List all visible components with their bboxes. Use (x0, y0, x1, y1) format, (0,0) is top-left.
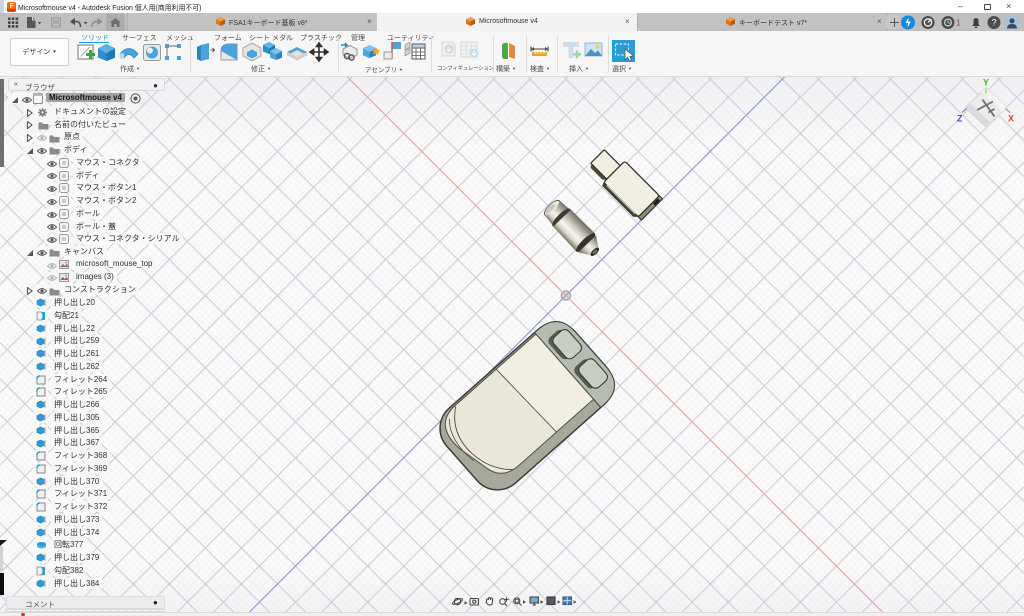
svg-text:?: ? (992, 18, 997, 28)
svg-text:Z: Z (957, 114, 963, 124)
svg-text:Y: Y (983, 78, 989, 88)
svg-text:1: 1 (956, 19, 961, 28)
svg-text:X: X (1008, 114, 1014, 124)
